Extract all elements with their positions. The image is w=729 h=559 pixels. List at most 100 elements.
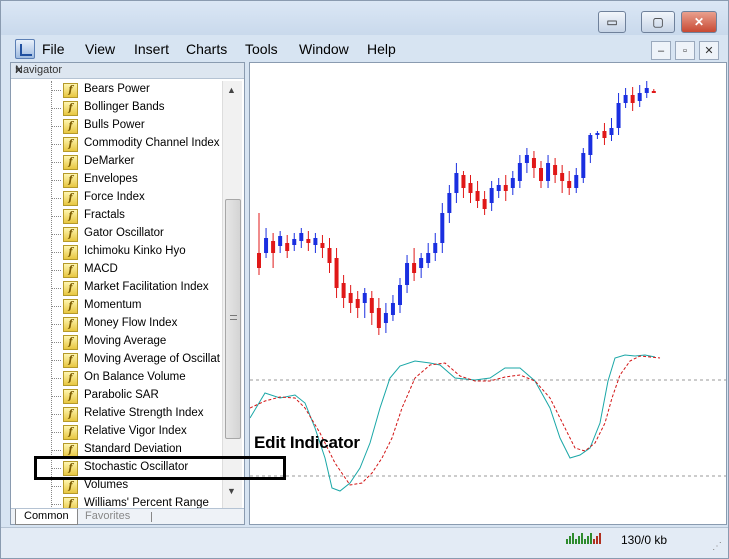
restore-icon: ▫ bbox=[683, 44, 687, 57]
indicator-item[interactable]: f Relative Vigor Index bbox=[51, 424, 231, 442]
candle-body bbox=[341, 283, 346, 298]
scroll-down-icon[interactable]: ▼ bbox=[227, 486, 236, 496]
indicator-item[interactable]: f Volumes bbox=[51, 478, 231, 496]
candle-body bbox=[264, 238, 269, 253]
indicator-item[interactable]: f Fractals bbox=[51, 208, 231, 226]
menu-tools[interactable]: Tools bbox=[245, 41, 278, 57]
tree-connector bbox=[51, 270, 61, 271]
indicator-item[interactable]: f Moving Average bbox=[51, 334, 231, 352]
indicator-label: Parabolic SAR bbox=[84, 389, 159, 401]
mdi-restore-button[interactable]: ▫ bbox=[675, 41, 695, 60]
window-maximize-button[interactable]: ▢ bbox=[641, 11, 675, 33]
stochastic-main-line bbox=[250, 354, 656, 492]
candle-body bbox=[454, 173, 459, 193]
indicator-label: MACD bbox=[84, 263, 118, 275]
function-icon: f bbox=[63, 119, 78, 134]
candle-body bbox=[503, 185, 508, 191]
indicator-item[interactable]: f Bears Power bbox=[51, 82, 231, 100]
function-icon: f bbox=[63, 479, 78, 494]
window-minimize-button[interactable]: ▭ bbox=[598, 11, 626, 33]
candle-body bbox=[271, 241, 276, 253]
candle-body bbox=[306, 239, 311, 243]
navigator-close-icon[interactable]: × bbox=[15, 63, 239, 77]
tree-connector bbox=[51, 252, 61, 253]
menu-charts[interactable]: Charts bbox=[186, 41, 227, 57]
candle-body bbox=[362, 293, 367, 303]
candle-body bbox=[461, 175, 466, 188]
candle-body bbox=[292, 239, 297, 245]
indicator-item[interactable]: f Bulls Power bbox=[51, 118, 231, 136]
mdi-close-button[interactable]: ✕ bbox=[699, 41, 719, 60]
menu-bar: File View Insert Charts Tools Window Hel… bbox=[1, 37, 728, 61]
status-bar bbox=[1, 527, 728, 558]
candle-body bbox=[623, 95, 628, 103]
candle-body bbox=[447, 193, 452, 213]
window-close-button[interactable]: ✕ bbox=[681, 11, 717, 33]
scrollbar-thumb[interactable] bbox=[225, 199, 241, 439]
tab-common[interactable]: Common bbox=[15, 509, 78, 525]
connection-bar bbox=[596, 536, 598, 544]
function-icon: f bbox=[63, 245, 78, 260]
candle-body bbox=[440, 213, 445, 243]
candle-body bbox=[299, 233, 304, 241]
indicator-item[interactable]: f Bollinger Bands bbox=[51, 100, 231, 118]
candle-body bbox=[383, 313, 388, 323]
tree-connector bbox=[51, 432, 61, 433]
indicator-item[interactable]: f Force Index bbox=[51, 190, 231, 208]
navigator-scrollbar[interactable]: ▲ ▼ bbox=[222, 81, 242, 509]
grip-icon bbox=[230, 315, 237, 320]
connection-bar bbox=[590, 533, 592, 544]
close-icon: ✕ bbox=[704, 45, 714, 57]
menu-help[interactable]: Help bbox=[367, 41, 396, 57]
candle-body bbox=[257, 253, 261, 268]
tree-connector bbox=[51, 324, 61, 325]
indicator-item[interactable]: f DeMarker bbox=[51, 154, 231, 172]
tab-favorites[interactable]: Favorites bbox=[77, 509, 138, 525]
candle-body bbox=[496, 185, 501, 191]
indicator-item[interactable]: f Parabolic SAR bbox=[51, 388, 231, 406]
indicator-item[interactable]: f Momentum bbox=[51, 298, 231, 316]
indicator-item[interactable]: f Money Flow Index bbox=[51, 316, 231, 334]
resize-grip-icon[interactable]: ⋰ bbox=[712, 541, 722, 552]
navigator-header: Navigator × bbox=[11, 63, 244, 79]
candle-body bbox=[510, 178, 515, 188]
indicator-item[interactable]: f Ichimoku Kinko Hyo bbox=[51, 244, 231, 262]
candle-body bbox=[327, 248, 332, 263]
indicator-item[interactable]: f Moving Average of Oscillat bbox=[51, 352, 231, 370]
candle-body bbox=[369, 298, 374, 313]
mdi-minimize-button[interactable]: – bbox=[651, 41, 671, 60]
indicator-label: Commodity Channel Index bbox=[84, 137, 220, 149]
indicator-item[interactable]: f Envelopes bbox=[51, 172, 231, 190]
candle-body bbox=[355, 299, 360, 308]
indicator-item[interactable]: f Market Facilitation Index bbox=[51, 280, 231, 298]
callout-label: Edit Indicator bbox=[254, 433, 360, 452]
indicator-item[interactable]: f Relative Strength Index bbox=[51, 406, 231, 424]
candle-body bbox=[398, 285, 402, 305]
tree-connector bbox=[51, 180, 61, 181]
indicator-item[interactable]: f On Balance Volume bbox=[51, 370, 231, 388]
menu-file[interactable]: File bbox=[42, 41, 65, 57]
minimize-icon: ▭ bbox=[606, 15, 618, 29]
function-icon: f bbox=[63, 191, 78, 206]
indicator-item[interactable]: f Gator Oscillator bbox=[51, 226, 231, 244]
menu-window[interactable]: Window bbox=[299, 41, 349, 57]
scroll-up-icon[interactable]: ▲ bbox=[227, 85, 236, 95]
candle-body bbox=[285, 243, 290, 251]
navigator-tabs: Common Favorites bbox=[11, 508, 244, 525]
candle-body bbox=[334, 258, 339, 288]
price-chart[interactable] bbox=[249, 62, 727, 525]
tree-connector bbox=[51, 360, 61, 361]
candle-body bbox=[489, 188, 494, 203]
indicator-item[interactable]: f MACD bbox=[51, 262, 231, 280]
menu-insert[interactable]: Insert bbox=[134, 41, 169, 57]
callout-highlight-box bbox=[34, 456, 286, 480]
function-icon: f bbox=[63, 425, 78, 440]
candle-body bbox=[595, 133, 600, 135]
indicator-label: Moving Average of Oscillat bbox=[84, 353, 220, 365]
candle-body bbox=[651, 91, 656, 93]
menu-view[interactable]: View bbox=[85, 41, 115, 57]
indicator-item[interactable]: f Commodity Channel Index bbox=[51, 136, 231, 154]
connection-bar bbox=[593, 539, 595, 544]
function-icon: f bbox=[63, 155, 78, 170]
tree-connector bbox=[51, 108, 61, 109]
